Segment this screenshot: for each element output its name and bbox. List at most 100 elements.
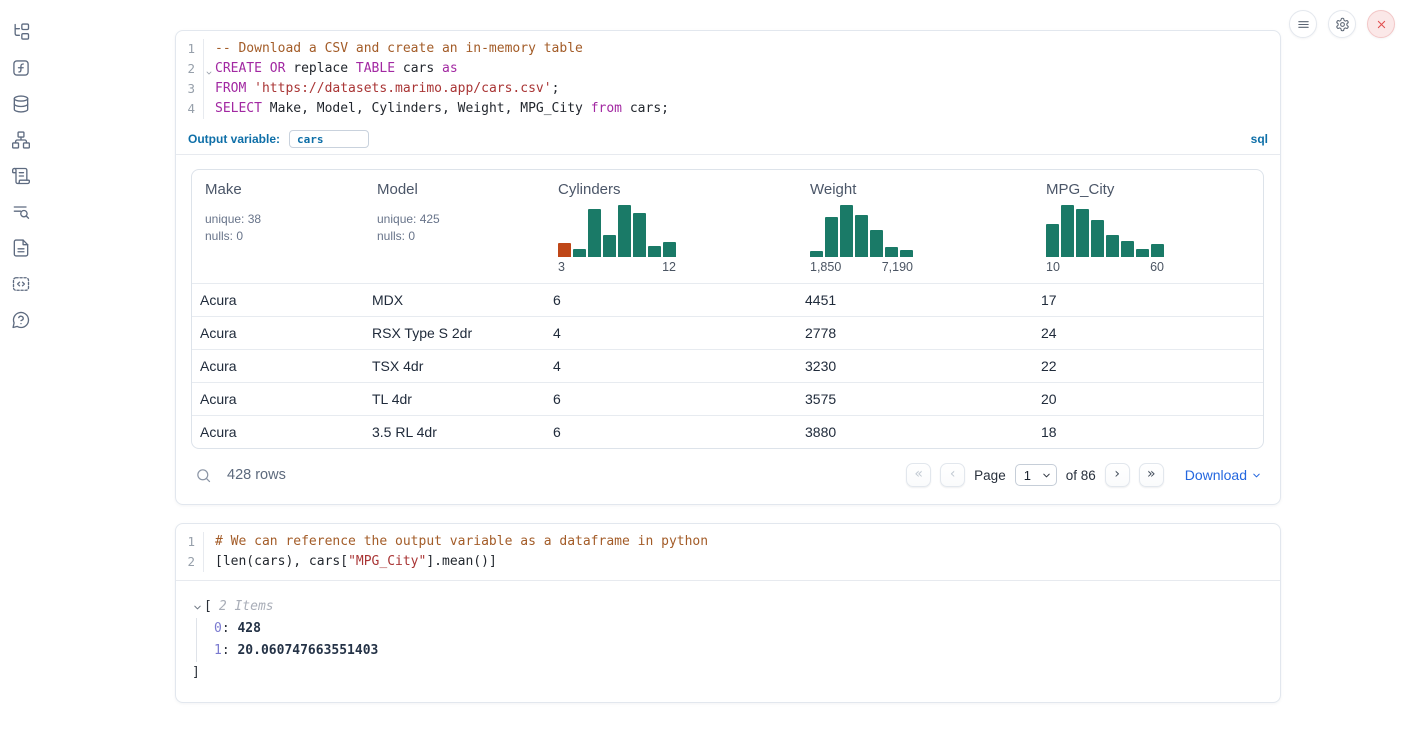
histogram-bar bbox=[810, 251, 823, 257]
fold-chevron-icon[interactable] bbox=[205, 63, 213, 83]
table-cell: 3230 bbox=[797, 358, 1033, 374]
items-count: 2 Items bbox=[219, 596, 274, 618]
table-row[interactable]: AcuraRSX Type S 2dr4277824 bbox=[192, 316, 1263, 349]
row-count: 428 rows bbox=[227, 467, 286, 483]
sidebar-scroll-button[interactable] bbox=[10, 165, 32, 187]
code-line[interactable]: 1-- Download a CSV and create an in-memo… bbox=[176, 39, 1280, 59]
settings-button[interactable] bbox=[1328, 10, 1356, 38]
collapse-chevron-icon[interactable] bbox=[192, 602, 204, 613]
histogram-bar bbox=[1151, 244, 1164, 257]
menu-button[interactable] bbox=[1289, 10, 1317, 38]
table-row[interactable]: AcuraMDX6445117 bbox=[192, 283, 1263, 316]
output-variable-input[interactable] bbox=[289, 130, 369, 148]
column-label: Model bbox=[377, 181, 532, 198]
histogram-bar bbox=[840, 205, 853, 257]
histogram-bar bbox=[870, 230, 883, 257]
histogram-bar bbox=[558, 243, 571, 257]
python-code-editor[interactable]: 1# We can reference the output variable … bbox=[176, 524, 1280, 581]
table-cell: 3880 bbox=[797, 424, 1033, 440]
table-row[interactable]: Acura3.5 RL 4dr6388018 bbox=[192, 415, 1263, 448]
table-footer: 428 rows « ‹ Page 1 of 86 › » Do bbox=[191, 458, 1264, 494]
column-label: Cylinders bbox=[558, 181, 784, 198]
search-icon bbox=[195, 467, 212, 484]
sql-code-editor[interactable]: 1-- Download a CSV and create an in-memo… bbox=[176, 31, 1280, 127]
data-table: Makeunique: 38nulls: 0 Model unique: 425nu… bbox=[191, 169, 1264, 449]
histogram-axis: 1,8507,190 bbox=[810, 260, 913, 274]
search-button[interactable] bbox=[195, 467, 212, 484]
download-label: Download bbox=[1185, 467, 1247, 483]
next-page-button[interactable]: › bbox=[1105, 463, 1130, 487]
histogram-bar bbox=[1091, 220, 1104, 257]
table-cell: TSX 4dr bbox=[364, 358, 545, 374]
table-cell: 4 bbox=[545, 358, 797, 374]
menu-icon bbox=[1296, 17, 1311, 32]
table-row[interactable]: AcuraTSX 4dr4323022 bbox=[192, 349, 1263, 382]
column-label: Weight bbox=[810, 181, 1020, 198]
table-row[interactable]: AcuraTL 4dr6357520 bbox=[192, 382, 1263, 415]
file-tree-icon bbox=[11, 22, 31, 42]
help-icon bbox=[11, 310, 31, 330]
table-cell: Acura bbox=[192, 424, 364, 440]
sidebar-document-button[interactable] bbox=[10, 237, 32, 259]
first-page-button[interactable]: « bbox=[906, 463, 931, 487]
bracket-open: [ bbox=[204, 596, 212, 618]
sql-output: Makeunique: 38nulls: 0 Model unique: 425nu… bbox=[176, 155, 1280, 504]
download-button[interactable]: Download bbox=[1185, 467, 1262, 483]
sidebar-database-button[interactable] bbox=[10, 93, 32, 115]
scroll-icon bbox=[11, 166, 31, 186]
column-header-model[interactable]: Model unique: 425nulls: 0 bbox=[364, 170, 545, 283]
code-text: # We can reference the output variable a… bbox=[204, 532, 708, 552]
code-line[interactable]: 1# We can reference the output variable … bbox=[176, 532, 1280, 552]
shutdown-button[interactable] bbox=[1367, 10, 1395, 38]
code-line[interactable]: 3FROM 'https://datasets.marimo.app/cars.… bbox=[176, 79, 1280, 99]
output-variable-row: Output variable: sql bbox=[176, 127, 1280, 155]
table-cell: 17 bbox=[1033, 292, 1263, 308]
table-cell: 6 bbox=[545, 424, 797, 440]
column-header-weight[interactable]: Weight 1,8507,190 bbox=[797, 170, 1033, 283]
histogram-bar bbox=[603, 235, 616, 257]
histogram-bar bbox=[885, 247, 898, 257]
column-header-mpg_city[interactable]: MPG_City1060 bbox=[1033, 170, 1263, 283]
code-line[interactable]: 2CREATE OR replace TABLE cars as bbox=[176, 59, 1280, 79]
histogram-bar bbox=[855, 215, 868, 257]
histogram-bar bbox=[663, 242, 676, 257]
column-header-make[interactable]: Makeunique: 38nulls: 0 bbox=[192, 170, 364, 283]
table-cell: 22 bbox=[1033, 358, 1263, 374]
page-select[interactable]: 1 bbox=[1015, 464, 1057, 486]
sql-cell: 1-- Download a CSV and create an in-memo… bbox=[175, 30, 1281, 505]
sidebar-file-tree-button[interactable] bbox=[10, 21, 32, 43]
window-controls bbox=[1289, 10, 1395, 38]
notebook: 1-- Download a CSV and create an in-memo… bbox=[175, 30, 1281, 703]
python-output: [ 2 Items 0: 4281: 20.060747663551403 ] bbox=[176, 581, 1280, 702]
sidebar-search-logs-button[interactable] bbox=[10, 201, 32, 223]
histogram-bar bbox=[648, 246, 661, 257]
prev-page-button[interactable]: ‹ bbox=[940, 463, 965, 487]
table-cell: 6 bbox=[545, 391, 797, 407]
table-cell: 18 bbox=[1033, 424, 1263, 440]
table-cell: Acura bbox=[192, 358, 364, 374]
sidebar-function-button[interactable] bbox=[10, 57, 32, 79]
output-list-header: [ 2 Items bbox=[192, 596, 1280, 618]
histogram-bar bbox=[1121, 241, 1134, 257]
output-list-entry: 1: 20.060747663551403 bbox=[214, 640, 1280, 662]
column-histogram: 1,8507,190 bbox=[804, 205, 913, 274]
sidebar bbox=[0, 0, 42, 729]
histogram-bar bbox=[588, 209, 601, 257]
column-stats: unique: 425nulls: 0 bbox=[377, 211, 532, 245]
histogram-axis: 1060 bbox=[1046, 260, 1164, 274]
sidebar-help-button[interactable] bbox=[10, 309, 32, 331]
code-line[interactable]: 4SELECT Make, Model, Cylinders, Weight, … bbox=[176, 99, 1280, 119]
bracket-close: ] bbox=[192, 662, 1280, 684]
table-cell: 4451 bbox=[797, 292, 1033, 308]
histogram-bar bbox=[573, 249, 586, 257]
last-page-button[interactable]: » bbox=[1139, 463, 1164, 487]
line-number: 2 bbox=[176, 552, 204, 572]
histogram-bar bbox=[618, 205, 631, 257]
histogram-bar bbox=[900, 250, 913, 257]
code-line[interactable]: 2[len(cars), cars["MPG_City"].mean()] bbox=[176, 552, 1280, 572]
document-icon bbox=[11, 238, 31, 258]
column-histogram: 312 bbox=[552, 205, 676, 274]
sidebar-snippets-button[interactable] bbox=[10, 273, 32, 295]
sidebar-dependency-graph-button[interactable] bbox=[10, 129, 32, 151]
column-header-cylinders[interactable]: Cylinders 312 bbox=[545, 170, 797, 283]
